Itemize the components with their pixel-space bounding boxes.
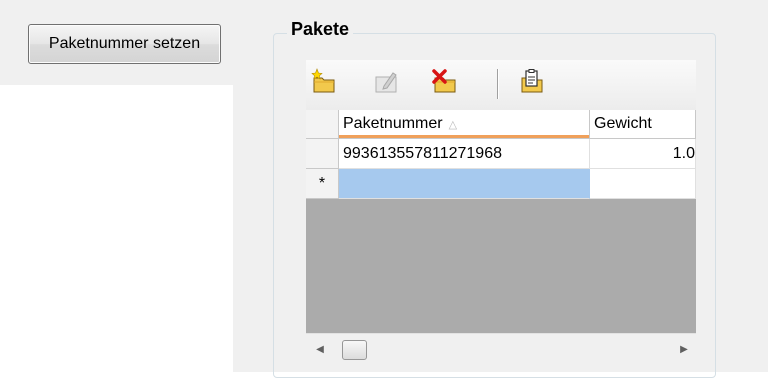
grid-toolbar xyxy=(306,60,696,110)
add-record-icon xyxy=(311,68,335,93)
clipboard-button[interactable] xyxy=(518,68,546,96)
cell-paketnummer[interactable]: 993613557811271968 xyxy=(339,139,590,169)
grid-header-corner xyxy=(306,110,339,139)
scroll-right-icon[interactable]: ▶ xyxy=(678,343,690,357)
scroll-left-icon[interactable]: ◀ xyxy=(314,343,326,357)
left-panel: Paketnummer setzen xyxy=(0,0,233,372)
toolbar-separator xyxy=(497,69,499,99)
add-record-button[interactable] xyxy=(310,68,338,96)
delete-record-button[interactable] xyxy=(431,68,459,96)
row-header[interactable] xyxy=(306,139,339,169)
cell-gewicht[interactable]: 1.0 xyxy=(590,139,696,169)
column-header-label: Paketnummer xyxy=(343,115,443,132)
scrollbar-thumb[interactable] xyxy=(342,340,367,360)
sort-ascending-icon: △ xyxy=(448,119,458,131)
delete-record-icon xyxy=(432,69,456,93)
groupbox-title: Pakete xyxy=(287,16,354,42)
new-row-cell-gewicht[interactable] xyxy=(590,169,696,199)
horizontal-scrollbar[interactable]: ◀ ▶ xyxy=(306,333,696,366)
clipboard-icon xyxy=(521,69,543,93)
edit-record-button[interactable] xyxy=(372,68,400,96)
new-row-cell-paketnummer[interactable] xyxy=(339,169,590,199)
set-package-number-button[interactable]: Paketnummer setzen xyxy=(28,24,221,64)
column-header-paketnummer[interactable]: Paketnummer △ xyxy=(339,110,590,139)
packages-grid: Paketnummer △ Gewicht 993613557811271968 … xyxy=(306,110,696,372)
grid-bottom-edge xyxy=(306,366,696,372)
column-header-label: Gewicht xyxy=(594,115,652,132)
column-header-gewicht[interactable]: Gewicht xyxy=(590,110,696,139)
new-row-header[interactable]: * xyxy=(306,169,339,199)
edit-record-icon xyxy=(375,72,397,93)
